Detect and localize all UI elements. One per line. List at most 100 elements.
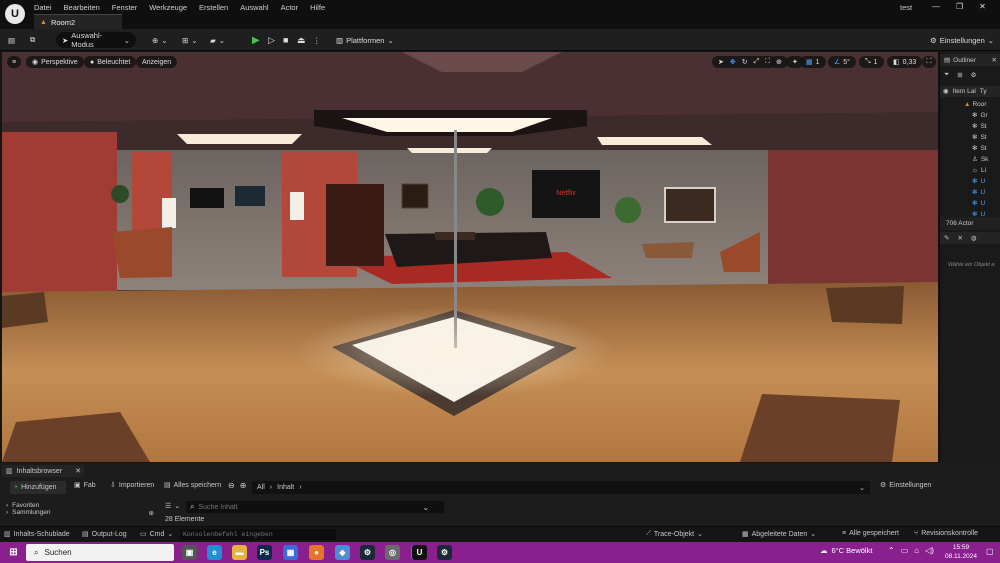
platforms-dropdown[interactable]: ▥ Plattformen ⌄ [336,32,394,48]
translate-tool-icon[interactable]: ✥ [730,58,736,66]
menu-item-fenster[interactable]: Fenster [112,3,137,12]
clock[interactable]: 15:59 08.11.2024 [944,543,978,561]
back-icon[interactable]: ⊖ [228,481,235,490]
outliner-tab[interactable]: ▤ Outliner ✕ [940,54,1000,66]
tree-collections[interactable]: › Sammlungen ⊕ [6,509,154,517]
show-button[interactable]: Anzeigen [136,56,178,68]
app-gray-icon[interactable]: ◎ [385,545,400,560]
outliner-item[interactable]: ✻ St [940,121,1000,132]
unreal-icon[interactable]: U [412,545,427,560]
outliner-item[interactable]: ✻ St [940,143,1000,154]
grid-snap-button[interactable]: ▦ 1 [800,56,826,68]
volume-icon[interactable]: ◁) [925,546,934,555]
content-drawer-button[interactable]: ▥ Inhalts-Schublade [4,530,70,539]
menu-item-werkzeuge[interactable]: Werkzeuge [149,3,187,12]
steam-icon[interactable]: ⚙ [360,545,375,560]
play-button[interactable]: ▶ [252,32,260,48]
add-actor-icon[interactable]: ⊞ [957,71,962,79]
content-search-input[interactable] [198,503,419,511]
outliner-item[interactable]: ✻ U [940,187,1000,198]
windows-start-icon[interactable]: ⊞ [6,545,21,560]
chevron-down-icon[interactable]: ⌄ [859,484,865,492]
outliner-item[interactable]: ♙ Sk [940,154,1000,165]
filter-button[interactable]: ☰ ⌄ [165,502,180,510]
scale-tool-icon[interactable]: ⤢ [754,58,760,66]
outliner-item[interactable]: ✻ St [940,132,1000,143]
menu-item-erstellen[interactable]: Erstellen [199,3,228,12]
menu-item-actor[interactable]: Actor [281,3,299,12]
perspective-button[interactable]: ◉ Perspektive [26,56,84,68]
settings-button[interactable]: ⚙ Einstellungen ⌄ [930,32,994,48]
network-icon[interactable]: ⌂ [914,546,919,555]
taskbar-search[interactable]: ⌕ Suchen [26,544,174,561]
eject-button[interactable]: ⏏ [297,32,306,48]
breadcrumb-content[interactable]: Inhalt [277,484,294,491]
outliner-item[interactable]: ✻ U [940,198,1000,209]
app-blue-icon[interactable]: ◆ [335,545,350,560]
restore-button[interactable]: ❐ [956,2,963,11]
save-icon[interactable]: ▤ [8,32,15,48]
task-view-icon[interactable]: ▣ [182,545,197,560]
cinematics-button[interactable]: ▰ ⌄ [210,32,225,48]
maximize-viewport-button[interactable]: ⛶ [922,56,936,68]
mode-dropdown[interactable]: ➤ Auswahl-Modus ⌄ [56,31,136,49]
forward-icon[interactable]: ⊕ [240,481,247,490]
source-control-icon[interactable]: ⧉ [30,32,35,48]
rotation-snap-button[interactable]: ∠ 5° [828,56,856,68]
filter-icon[interactable]: ⏷ [944,71,949,79]
cmd-dropdown[interactable]: ▭ Cmd ⌄ [140,530,173,539]
play-options-button[interactable]: ⋮ [313,32,321,48]
document-tab[interactable]: ▲ Room2 [34,14,122,29]
derived-data-button[interactable]: ▦ Abgeleitete Daten ⌄ [742,530,816,539]
photoshop-icon[interactable]: Ps [257,545,272,560]
add-actor-button[interactable]: ⊕ ⌄ [152,32,168,48]
weather-widget[interactable]: ☁ 6°C Bewölkt [820,546,872,555]
content-browser-tab[interactable]: ▥ Inhaltsbrowser ✕ [2,465,84,477]
steam2-icon[interactable]: ⚙ [437,545,452,560]
edge-icon[interactable]: e [207,545,222,560]
revision-control-button[interactable]: ⑂ Revisionskontrolle [914,530,978,537]
output-log-button[interactable]: ▤ Output-Log [82,530,127,539]
select-tool-icon[interactable]: ➤ [718,58,724,66]
scale-snap-button[interactable]: ⤡ 1 [859,56,884,68]
close-icon[interactable]: ✕ [957,234,962,242]
advance-frame-button[interactable]: ▷ [268,32,275,48]
type-column[interactable]: Ty [980,88,987,95]
close-button[interactable]: ✕ [979,2,986,11]
save-all-button[interactable]: ▤ Alles speichern [164,481,221,490]
content-search-box[interactable]: ⌕ ⌄ [186,501,444,513]
add-collection-icon[interactable]: ⊕ [149,509,154,517]
tree-favorites[interactable]: › Favoriten [6,502,154,509]
close-icon[interactable]: ✕ [75,467,81,475]
blueprint-button[interactable]: ⊞ ⌄ [182,32,198,48]
display-icon[interactable]: ▭ [901,546,909,555]
rotate-tool-icon[interactable]: ↻ [742,58,748,66]
minimize-button[interactable]: — [932,2,940,11]
item-label-column[interactable]: Item Lal [953,88,976,95]
firefox-icon[interactable]: ● [309,545,324,560]
content-settings-button[interactable]: ⚙ Einstellungen [880,481,931,490]
visibility-icon[interactable]: ◉ [943,87,949,95]
close-icon[interactable]: ✕ [992,56,997,64]
details-tab[interactable]: ✎ ✕ ◍ [940,232,1000,244]
chevron-down-icon[interactable]: ⌄ [422,503,429,512]
viewport-menu-button[interactable]: ≡ [7,56,21,68]
stop-button[interactable]: ■ [283,32,288,48]
outliner-item[interactable]: ✻ Gr [940,110,1000,121]
store-icon[interactable]: ▦ [283,545,298,560]
outliner-item[interactable]: ✻ U [940,176,1000,187]
breadcrumb-all[interactable]: All [257,484,265,491]
world-settings-icon[interactable]: ◍ [971,234,977,242]
outliner-item[interactable]: ☼ Li [940,165,1000,176]
level-viewport[interactable]: Netflix ≡ ◉ Perspektive ● Beleuchtet Anzei… [2,52,938,462]
notification-icon[interactable]: ▢ [986,547,994,556]
save-status[interactable]: ≡ Alle gespeichert [842,530,899,537]
menu-item-auswahl[interactable]: Auswahl [240,3,268,12]
camera-speed-button[interactable]: ◧ 0,33 [887,56,923,68]
menu-item-hilfe[interactable]: Hilfe [310,3,325,12]
import-button[interactable]: ⇩ Importieren [110,481,154,490]
fab-button[interactable]: ▣ Fab [74,481,96,490]
menu-item-datei[interactable]: Datei [34,3,52,12]
chevron-up-icon[interactable]: ⌃ [888,546,895,555]
settings-icon[interactable]: ⚙ [971,71,977,79]
